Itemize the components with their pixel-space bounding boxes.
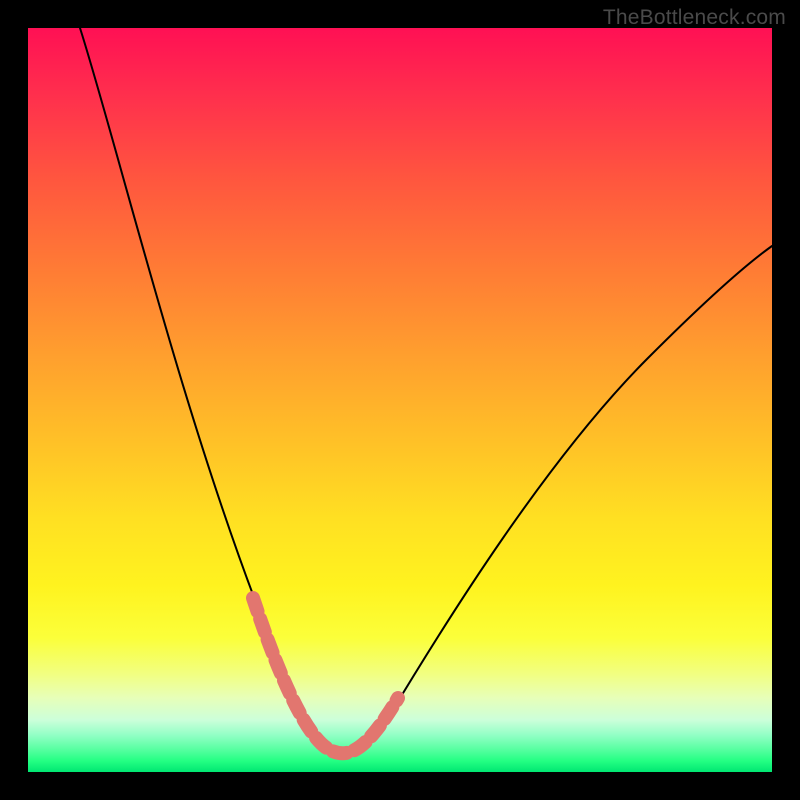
watermark-text: TheBottleneck.com xyxy=(603,6,786,30)
chart-plot-area xyxy=(28,28,772,772)
optimal-range-marker xyxy=(253,598,398,753)
bottleneck-curve xyxy=(80,28,772,753)
bottleneck-chart xyxy=(28,28,772,772)
